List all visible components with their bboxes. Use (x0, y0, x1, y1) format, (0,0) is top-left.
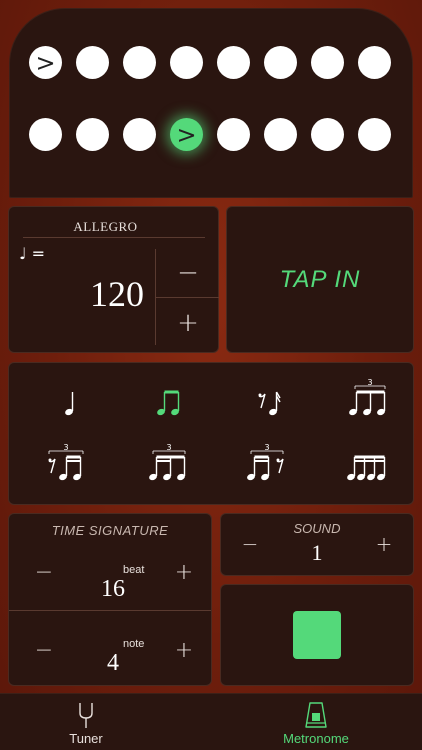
sound-panel: SOUND − 1 + (220, 513, 414, 576)
beat-dot[interactable] (264, 46, 297, 79)
beat-dot[interactable] (358, 46, 391, 79)
beat-dot[interactable] (76, 46, 109, 79)
subdivision-triplet-rest-sixteenths[interactable]: 3 (37, 443, 97, 485)
tab-label-metronome: Metronome (283, 731, 349, 746)
note-decrease-button[interactable]: − (29, 638, 59, 663)
svg-text:3: 3 (166, 443, 171, 452)
time-signature-title: TIME SIGNATURE (51, 523, 169, 538)
beat-dot[interactable] (217, 118, 250, 151)
note-label: note (123, 638, 145, 650)
triplet-sixteenths-rest-note-icon: 3 (247, 443, 284, 481)
divider (155, 297, 219, 298)
beat-dot[interactable] (123, 46, 156, 79)
subdivision-quarter[interactable] (37, 380, 97, 420)
sound-value: 1 (311, 540, 323, 565)
beat-dot[interactable] (311, 118, 344, 151)
sixteenths-note-icon (347, 455, 386, 481)
time-signature-panel: TIME SIGNATURE − 16 beat + − 4 note + (8, 513, 212, 686)
subdivision-rest-sixteenth[interactable] (237, 380, 297, 420)
accent-icon: > (35, 48, 56, 77)
tab-tuner[interactable]: Tuner (56, 694, 116, 750)
tab-bar: Tuner Metronome (0, 693, 422, 750)
bpm-value: 120 (90, 274, 144, 314)
triplet-sixteenth-eighth-note-icon: 3 (149, 443, 186, 481)
tempo-increase-button[interactable]: + (159, 301, 217, 345)
svg-text:3: 3 (264, 443, 269, 452)
beat-dot[interactable] (217, 46, 250, 79)
beat-value: 16 (101, 576, 125, 602)
tuning-fork-icon (79, 703, 93, 728)
subdivision-sixteenths[interactable] (337, 445, 397, 485)
beat-dot[interactable] (29, 118, 62, 151)
beat-decrease-button[interactable]: − (29, 560, 59, 585)
eighths-note-icon (157, 390, 180, 416)
beat-dot[interactable] (170, 46, 203, 79)
subdivision-eighths[interactable] (137, 380, 197, 420)
triplet-rest-sixteenths-note-icon: 3 (48, 443, 84, 481)
tempo-panel: ALLEGRO ♩ = 120 − + (8, 206, 219, 353)
tempo-decrease-button[interactable]: − (159, 251, 217, 295)
beat-dot[interactable] (264, 118, 297, 151)
start-stop-panel (220, 584, 414, 686)
tempo-marking: ALLEGRO (73, 219, 138, 234)
note-value: 4 (107, 650, 119, 676)
metronome-icon (305, 702, 327, 728)
triplet-eighths-note-icon: 3 (349, 378, 386, 416)
beat-indicator-panel: > > (9, 8, 413, 198)
subdivision-triplet-sixteenth-eighth[interactable]: 3 (137, 443, 197, 485)
subdivision-triplet-sixteenths-rest[interactable]: 3 (237, 443, 297, 485)
rest-sixteenth-note-icon (258, 391, 281, 416)
beat-increase-button[interactable]: + (169, 560, 199, 585)
beat-label: beat (123, 564, 145, 576)
note-increase-button[interactable]: + (169, 638, 199, 663)
tab-metronome[interactable]: Metronome (266, 694, 366, 750)
quarter-note-icon (65, 392, 74, 416)
subdivision-panel: 3 3 3 3 (8, 362, 414, 505)
sound-increase-button[interactable]: + (369, 532, 399, 556)
beat-dot[interactable]: > (29, 46, 62, 79)
beat-dot[interactable] (76, 118, 109, 151)
quarter-note-icon: ♩ = (19, 244, 46, 263)
tap-in-button[interactable]: TAP IN (226, 206, 414, 353)
sound-decrease-button[interactable]: − (235, 532, 265, 556)
beat-dot[interactable]: > (170, 118, 203, 151)
beat-dot[interactable] (123, 118, 156, 151)
beat-dot[interactable] (358, 118, 391, 151)
stop-button[interactable] (293, 611, 341, 659)
svg-text:3: 3 (63, 443, 68, 452)
beat-dot[interactable] (311, 46, 344, 79)
tab-label-tuner: Tuner (69, 731, 103, 746)
subdivision-triplet-eighths[interactable]: 3 (337, 378, 397, 420)
divider (9, 610, 211, 611)
svg-text:3: 3 (367, 378, 372, 387)
accent-icon: > (176, 120, 197, 149)
divider (23, 237, 205, 238)
tap-in-label: TAP IN (279, 265, 361, 293)
